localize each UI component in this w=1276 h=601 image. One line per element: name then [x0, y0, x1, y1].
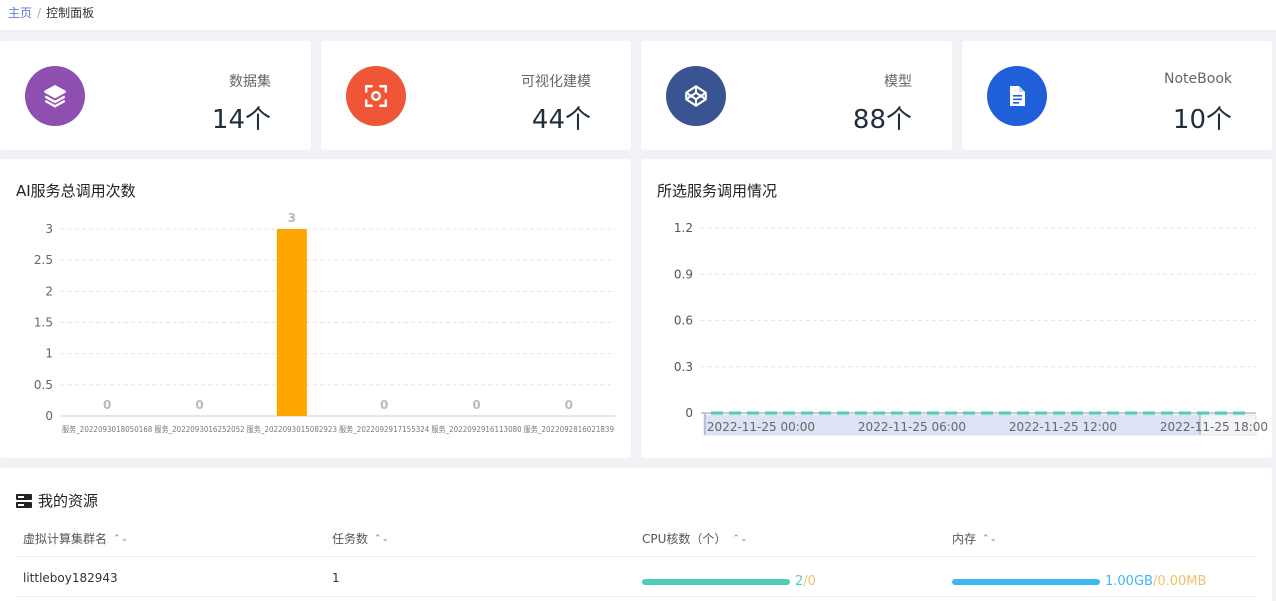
stat-icon-circle — [987, 66, 1047, 126]
x-tick-label: 2022-11-25 18:00 — [1160, 420, 1268, 434]
stat-icon-circle — [346, 66, 406, 126]
y-tick-label: 0.9 — [674, 267, 693, 281]
y-tick-label: 1.2 — [674, 221, 693, 235]
stat-label: 数据集 — [229, 74, 271, 90]
stat-card-visual-modeling[interactable]: 可视化建模 44个 — [321, 41, 631, 150]
document-icon — [1010, 86, 1025, 106]
stat-label: 可视化建模 — [521, 74, 591, 90]
memory-free: 0.00MB — [1157, 574, 1207, 589]
cell-cpu: 2/0 — [642, 574, 816, 589]
memory-progress-bar — [952, 578, 1100, 585]
resources-title: 我的资源 — [38, 492, 99, 510]
sort-icon[interactable]: ⌃⌄ — [982, 534, 997, 544]
memory-used: 1.00GB — [1105, 574, 1153, 589]
column-header-label: 内存 — [952, 532, 977, 546]
column-header-memory[interactable]: 内存 ⌃⌄ — [952, 530, 997, 547]
x-tick-label: 服务_2022093016252052 — [154, 424, 244, 434]
cell-memory: 1.00GB/0.00MB — [952, 574, 1206, 589]
x-tick-label: 服务_2022093015082923 — [247, 424, 337, 434]
y-tick-label: 2 — [45, 284, 53, 298]
stat-card-models[interactable]: 模型 88个 — [641, 41, 952, 150]
data-label: 0 — [195, 398, 203, 412]
stat-value: 10个 — [1172, 105, 1232, 135]
column-header-cluster[interactable]: 虚拟计算集群名 ⌃⌄ — [23, 530, 128, 547]
x-tick-label: 服务_2022092916113080 — [431, 424, 521, 434]
cpu-progress-bar — [642, 578, 790, 585]
y-tick-label: 2.5 — [34, 253, 53, 267]
cell-task-count: 1 — [332, 571, 340, 585]
server-icon — [16, 493, 32, 508]
sort-icon[interactable]: ⌃⌄ — [732, 534, 747, 544]
cell-cluster-name: littleboy182943 — [23, 571, 118, 585]
stat-label: NoteBook — [1164, 71, 1232, 87]
breadcrumb-current: 控制面板 — [46, 6, 95, 20]
column-header-cpu[interactable]: CPU核数（个） ⌃⌄ — [642, 530, 748, 547]
data-label: 0 — [380, 398, 388, 412]
layers-icon — [44, 85, 66, 108]
ai-service-calls-panel: AI服务总调用次数 0 0.5 1 1.5 2 2.5 3 0 服务_2022093018050… — [0, 159, 631, 458]
stat-value: 44个 — [531, 105, 591, 135]
scan-icon — [365, 85, 387, 107]
column-header-label: CPU核数（个） — [642, 532, 727, 546]
column-header-label: 任务数 — [332, 532, 369, 546]
table-header-divider — [16, 556, 1256, 557]
x-tick-label: 服务_2022092917155324 — [339, 424, 429, 434]
breadcrumb-home-link[interactable]: 主页 — [8, 6, 32, 20]
column-header-tasks[interactable]: 任务数 ⌃⌄ — [332, 530, 389, 547]
data-label: 0 — [472, 398, 480, 412]
stat-card-datasets[interactable]: 数据集 14个 — [0, 41, 311, 150]
resources-title-row: 我的资源 — [16, 490, 98, 511]
x-tick-label: 2022-11-25 12:00 — [1009, 420, 1117, 434]
y-tick-label: 0 — [685, 406, 693, 420]
y-tick-label: 1.5 — [34, 316, 53, 330]
breadcrumb-separator: / — [37, 6, 42, 20]
x-tick-label: 2022-11-25 00:00 — [707, 420, 815, 434]
sort-icon[interactable]: ⌃⌄ — [113, 534, 128, 544]
y-tick-label: 0.5 — [34, 378, 53, 392]
stat-card-notebook[interactable]: NoteBook 10个 — [962, 41, 1272, 150]
my-resources-panel: 我的资源 虚拟计算集群名 ⌃⌄ 任务数 ⌃⌄ CPU核数（个） ⌃⌄ 内存 ⌃⌄ lit… — [0, 468, 1272, 601]
stat-value: 88个 — [852, 105, 912, 135]
y-tick-label: 1 — [45, 347, 53, 361]
stat-icon-circle — [666, 66, 726, 126]
column-header-label: 虚拟计算集群名 — [23, 532, 108, 546]
y-tick-label: 0.6 — [674, 314, 693, 328]
stat-label: 模型 — [884, 74, 912, 90]
codepen-icon — [685, 85, 707, 107]
x-tick-label: 服务_2022092816021839 — [524, 424, 614, 434]
table-row-divider — [16, 596, 1256, 597]
bar-chart: 0 0.5 1 1.5 2 2.5 3 0 服务_2022093018050168 0 服务_202… — [34, 211, 615, 434]
selected-service-calls-panel: 所选服务调用情况 0 0.3 0.6 0.9 1.2 2022-11-25 00:00 20… — [641, 159, 1272, 458]
data-label: 0 — [565, 398, 573, 412]
y-tick-label: 0 — [45, 409, 53, 423]
data-label: 0 — [103, 398, 111, 412]
data-label: 3 — [288, 211, 296, 225]
x-tick-label: 服务_2022093018050168 — [62, 424, 152, 434]
y-tick-label: 0.3 — [674, 360, 693, 374]
bar — [276, 229, 307, 416]
sort-icon[interactable]: ⌃⌄ — [374, 534, 389, 544]
stat-icon-circle — [25, 66, 85, 126]
stat-value: 14个 — [211, 105, 271, 135]
line-chart: 0 0.3 0.6 0.9 1.2 2022-11-25 00:00 2022-11-25 … — [674, 221, 1268, 436]
x-tick-label: 2022-11-25 06:00 — [858, 420, 966, 434]
cpu-free: 0 — [807, 574, 816, 589]
breadcrumb: 主页 / 控制面板 — [0, 0, 1276, 30]
y-tick-label: 3 — [45, 222, 53, 236]
